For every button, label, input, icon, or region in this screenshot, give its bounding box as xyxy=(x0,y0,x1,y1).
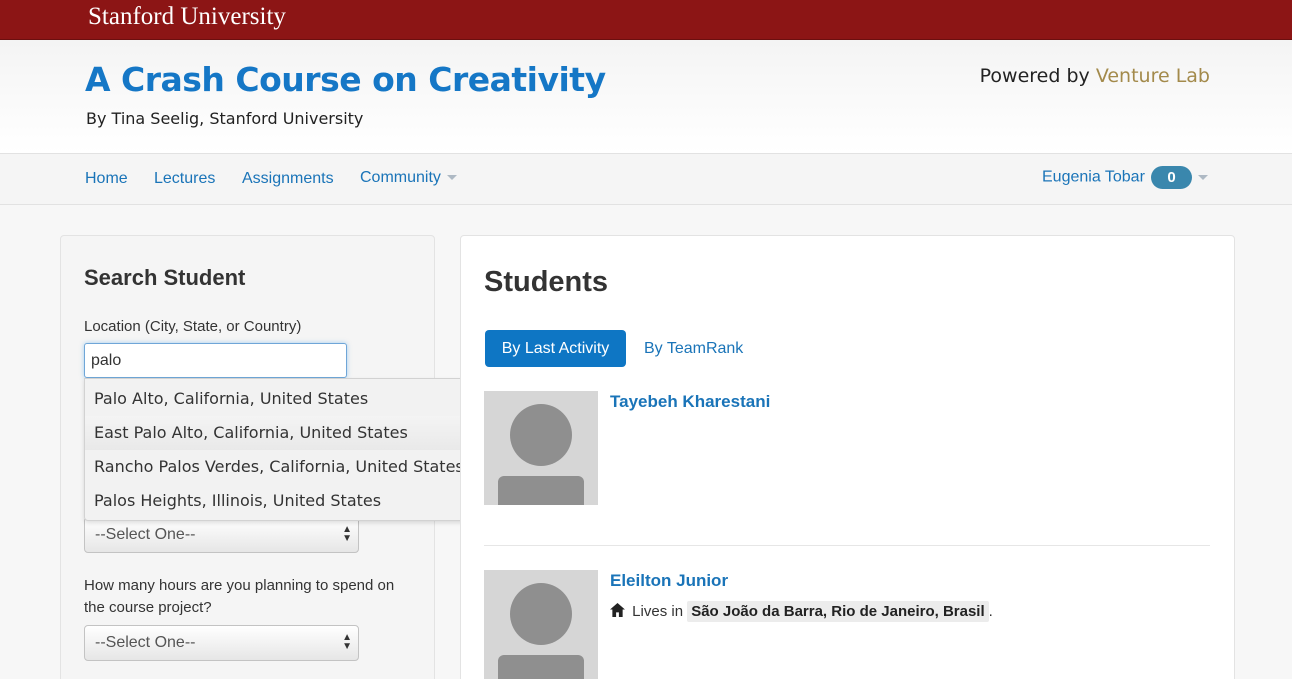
avatar[interactable] xyxy=(484,570,598,679)
hours-label: How many hours are you planning to spend… xyxy=(84,577,395,616)
first-select-value: --Select One-- xyxy=(95,526,196,543)
notification-badge: 0 xyxy=(1151,166,1192,189)
avatar-head xyxy=(510,404,572,466)
chevron-down-icon xyxy=(446,175,457,181)
stanford-logo[interactable]: Stanford University xyxy=(88,3,286,31)
avatar[interactable] xyxy=(484,391,598,505)
nav-lectures[interactable]: Lectures xyxy=(154,170,215,188)
lives-in-label: Lives in xyxy=(632,603,684,620)
location-input[interactable] xyxy=(84,343,347,378)
students-panel: Students By Last Activity By TeamRank Ta… xyxy=(460,235,1235,679)
students-title: Students xyxy=(484,266,609,298)
tab-by-teamrank[interactable]: By TeamRank xyxy=(644,340,743,358)
suggestion-item[interactable]: East Palo Alto, California, United State… xyxy=(85,416,479,450)
nav-home[interactable]: Home xyxy=(85,170,128,188)
hours-select-value: --Select One-- xyxy=(95,634,196,651)
user-name: Eugenia Tobar xyxy=(1042,168,1145,186)
location-label: Location (City, State, or Country) xyxy=(84,318,302,335)
nav-community[interactable]: Community xyxy=(360,169,457,187)
powered-by-logo[interactable]: Powered by Venture Lab xyxy=(980,65,1210,87)
student-location: Lives in São João da Barra, Rio de Janei… xyxy=(610,601,993,622)
stanford-topbar: Stanford University xyxy=(0,0,1292,40)
suggestion-item[interactable]: Palo Alto, California, United States xyxy=(94,389,368,408)
select-arrows-icon: ▲ ▼ xyxy=(342,632,352,652)
course-title[interactable]: A Crash Course on Creativity xyxy=(85,60,606,99)
suggestion-item[interactable]: Rancho Palos Verdes, California, United … xyxy=(94,457,464,476)
divider xyxy=(484,545,1210,546)
select-arrows-icon: ▲ ▼ xyxy=(342,524,352,544)
location-autocomplete: Palo Alto, California, United States Eas… xyxy=(84,378,480,521)
nav-assignments[interactable]: Assignments xyxy=(242,170,334,188)
avatar-body xyxy=(498,655,584,679)
powered-by-prefix: Powered by xyxy=(979,65,1096,87)
home-icon xyxy=(610,603,625,617)
student-name[interactable]: Eleilton Junior xyxy=(610,571,728,591)
course-subtitle: By Tina Seelig, Stanford University xyxy=(86,109,364,128)
tab-by-last-activity[interactable]: By Last Activity xyxy=(485,330,626,367)
location-tag[interactable]: São João da Barra, Rio de Janeiro, Brasi… xyxy=(687,601,989,622)
venture-lab-brand: Venture Lab xyxy=(1095,65,1210,87)
chevron-down-icon xyxy=(1197,175,1208,180)
search-panel-title: Search Student xyxy=(84,265,246,290)
student-name[interactable]: Tayebeh Kharestani xyxy=(610,392,770,412)
main-navbar: Home Lectures Assignments Community Euge… xyxy=(0,154,1292,205)
user-menu[interactable]: Eugenia Tobar 0 xyxy=(1042,166,1208,189)
course-header: A Crash Course on Creativity By Tina See… xyxy=(0,40,1292,154)
avatar-body xyxy=(498,476,584,505)
suggestion-item[interactable]: Palos Heights, Illinois, United States xyxy=(94,491,381,510)
hours-select[interactable]: --Select One-- ▲ ▼ xyxy=(84,625,359,661)
first-select[interactable]: --Select One-- ▲ ▼ xyxy=(84,517,359,553)
location-trailing: . xyxy=(988,603,993,620)
nav-community-label: Community xyxy=(360,169,441,186)
avatar-head xyxy=(510,583,572,645)
